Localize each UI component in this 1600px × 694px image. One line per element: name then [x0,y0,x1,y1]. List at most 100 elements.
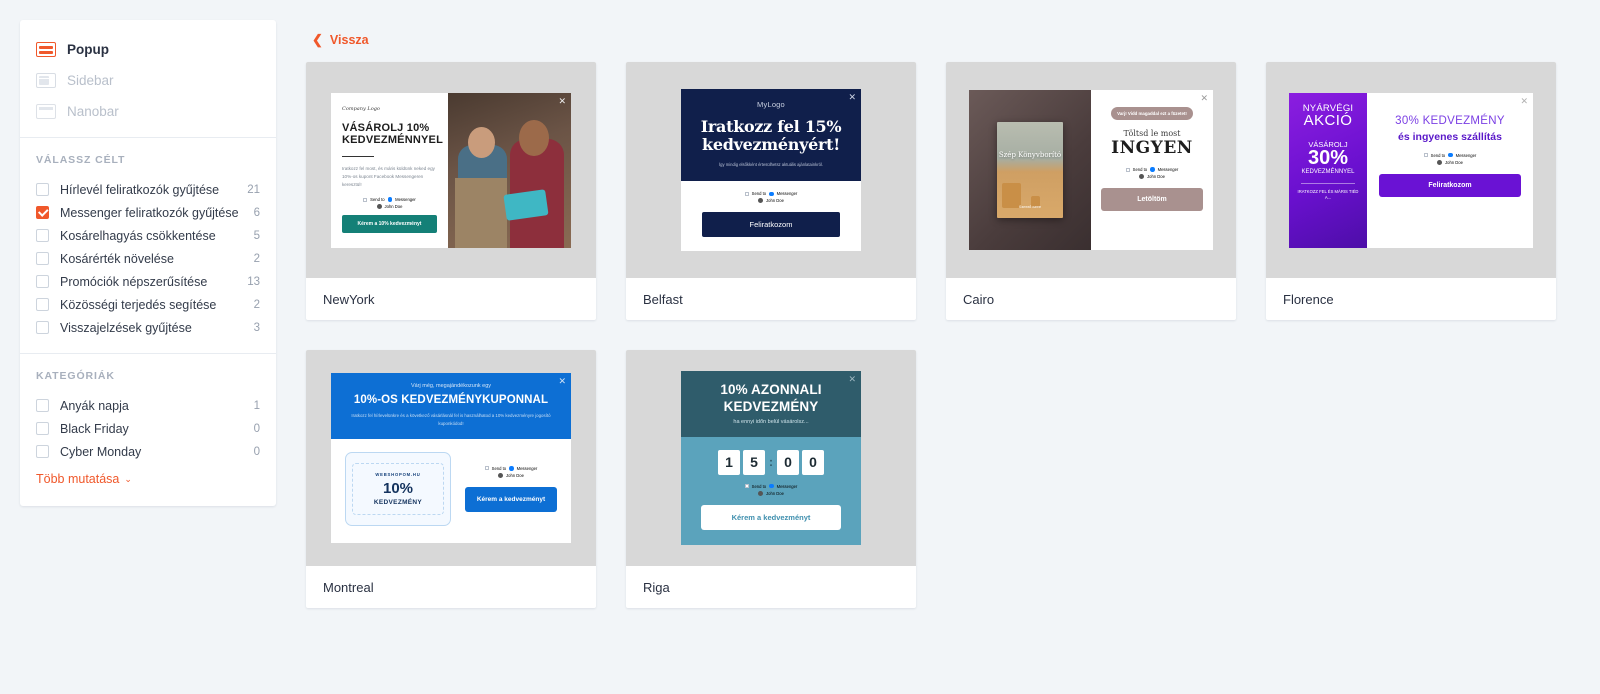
messenger-brand-label: Messenger [1157,167,1179,172]
user-name: John Doe [506,472,524,478]
template-thumbnail: ✕ Várj még, megajándékozunk egy 10%-OS K… [306,350,596,566]
chevron-down-icon: ⌄ [124,473,132,484]
popup-heading: 10%-OS KEDVEZMÉNYKUPONNAL [353,394,549,407]
popup-preview-belfast: ✕ MyLogo Iratkozz fel 15% kedvezményért!… [681,88,861,252]
filter-row[interactable]: Kosárérték növelése 2 [36,247,260,270]
template-card-montreal[interactable]: ✕ Várj még, megajándékozunk egy 10%-OS K… [306,350,596,608]
popup-promo-panel: NYÁRVÉGI AKCIÓ VÁSÁROLJ 30% KEDVEZMÉNNYE… [1289,92,1367,248]
template-card-florence[interactable]: NYÁRVÉGI AKCIÓ VÁSÁROLJ 30% KEDVEZMÉNNYE… [1266,62,1556,320]
category-filter-group: KATEGÓRIÁK Anyák napja 1 Black Friday 0 … [20,354,276,506]
popup-content-panel: ✕ Varj! Vidd magaddal ezt a füzetet! Töl… [1091,90,1213,250]
book-title: Szép Könyvborító [998,150,1062,159]
sidebar-item-label: Sidebar [67,73,114,88]
checkbox[interactable] [36,206,49,219]
checkbox-icon [744,191,749,196]
popup-preview-riga: ✕ 10% AZONNALI KEDVEZMÉNY ha ennyi időn … [681,371,861,545]
template-type-list: Popup Sidebar Nanobar [20,20,276,138]
messenger-icon [769,483,774,489]
sidebar-item-nanobar[interactable]: Nanobar [20,96,276,127]
checkbox[interactable] [36,275,49,288]
template-thumbnail: ✕ 10% AZONNALI KEDVEZMÉNY ha ennyi időn … [626,350,916,566]
filter-label: Messenger feliratkozók gyűjtése [60,205,239,220]
filter-row[interactable]: Messenger feliratkozók gyűjtése 6 [36,201,260,224]
sidebar-item-label: Popup [67,42,109,57]
template-card-footer: Florence [1266,278,1556,320]
popup-header: ✕ MyLogo Iratkozz fel 15% kedvezményért!… [681,88,861,182]
template-card-newyork[interactable]: Company Logo VÁSÁROLJ 10% KEDVEZMÉNNYEL … [306,62,596,320]
messenger-send-to-label: Send to [491,465,507,471]
promo-line-6: IRATKOZZ FEL ÉS MÁRIS TIÉD A... [1297,188,1359,200]
back-button[interactable]: ❮ Vissza [312,32,369,48]
popup-image-panel: Szép Könyvborító Szerző neve [969,90,1091,250]
filter-count: 6 [253,206,260,219]
filter-row[interactable]: Kosárelhagyás csökkentése 5 [36,224,260,247]
divider [342,156,374,158]
filter-row[interactable]: Anyák napja 1 [36,394,260,417]
close-icon: ✕ [1200,93,1208,103]
sidebar-item-label: Nanobar [67,104,119,119]
popup-heading: VÁSÁROLJ 10% KEDVEZMÉNNYEL [342,121,443,147]
show-more-label: Több mutatása [36,472,120,486]
promo-line-2: AKCIÓ [1303,111,1353,129]
category-group-title: KATEGÓRIÁK [36,370,115,382]
messenger-icon [1448,152,1453,158]
checkbox-icon [484,466,489,471]
popup-heading: 30% KEDVEZMÉNY [1395,114,1505,127]
company-logo: Company Logo [342,105,380,112]
template-name: Cairo [963,291,995,307]
coupon-label: KEDVEZMÉNY [373,498,423,506]
checkbox[interactable] [36,445,49,458]
template-card-footer: Cairo [946,278,1236,320]
filter-row[interactable]: Közösségi terjedés segítése 2 [36,293,260,316]
popup-cta-button: Letöltöm [1101,188,1203,211]
sidebar-item-popup[interactable]: Popup [20,34,276,65]
filter-label: Anyák napja [60,398,129,413]
template-card-footer: NewYork [306,278,596,320]
countdown-digit: 0 [777,449,799,475]
filter-row[interactable]: Promóciók népszerűsítése 13 [36,270,260,293]
user-name: John Doe [1147,174,1165,179]
popup-action-column: Send to Messenger John Doe Kérem a kedve… [465,466,557,512]
template-card-riga[interactable]: ✕ 10% AZONNALI KEDVEZMÉNY ha ennyi időn … [626,350,916,608]
template-name: Montreal [323,579,374,595]
chevron-left-icon: ❮ [312,32,323,47]
checkbox[interactable] [36,183,49,196]
checkbox[interactable] [36,321,49,334]
messenger-optin: Send to Messenger John Doe [465,466,557,478]
checkbox[interactable] [36,298,49,311]
checkbox[interactable] [36,252,49,265]
filter-row[interactable]: Cyber Monday 0 [36,440,260,463]
coupon-brand: WEBSHOPOM.HU [375,471,421,477]
close-icon: ✕ [848,91,856,102]
template-card-cairo[interactable]: Szép Könyvborító Szerző neve ✕ Varj! Vid… [946,62,1236,320]
checkbox[interactable] [36,422,49,435]
sidebar-column: Popup Sidebar Nanobar VÁLASSZ CÉLT Hírle… [0,0,296,694]
filter-count: 1 [253,399,260,412]
show-more-button[interactable]: Több mutatása ⌄ [36,472,132,486]
popup-paragraph: Iratkozz fel most, és máris küldünk neke… [342,166,435,187]
filter-row[interactable]: Black Friday 0 [36,417,260,440]
filter-label: Visszajelzések gyűjtése [60,320,192,335]
filter-row[interactable]: Hírlevél feliratkozók gyűjtése 21 [36,178,260,201]
messenger-brand-label: Messenger [395,197,416,203]
checkbox-icon [744,484,749,489]
popup-icon [36,42,56,57]
popup-content-panel: ✕ 30% KEDVEZMÉNY és ingyenes szállítás S… [1367,92,1533,248]
filter-label: Kosárérték növelése [60,251,174,266]
popup-cta-button: Feliratkozom [1379,173,1521,197]
filter-row[interactable]: Visszajelzések gyűjtése 3 [36,316,260,339]
sidebar-item-sidebar[interactable]: Sidebar [20,65,276,96]
promo-line-5: KEDVEZMÉNNYEL [1301,168,1355,175]
coupon-value: 10% [382,479,414,497]
sidebar-icon [36,73,56,88]
popup-pretext: Várj még, megajándékozunk egy [410,383,492,390]
countdown-separator: : [769,455,773,470]
template-card-belfast[interactable]: ✕ MyLogo Iratkozz fel 15% kedvezményért!… [626,62,916,320]
checkbox[interactable] [36,399,49,412]
popup-cta-button: Kérem a 10% kedvezményt [342,215,437,234]
checkbox-icon [1423,153,1428,157]
avatar [376,204,382,210]
popup-cta-button: Kérem a kedvezményt [701,504,841,530]
checkbox[interactable] [36,229,49,242]
template-card-footer: Belfast [626,278,916,320]
